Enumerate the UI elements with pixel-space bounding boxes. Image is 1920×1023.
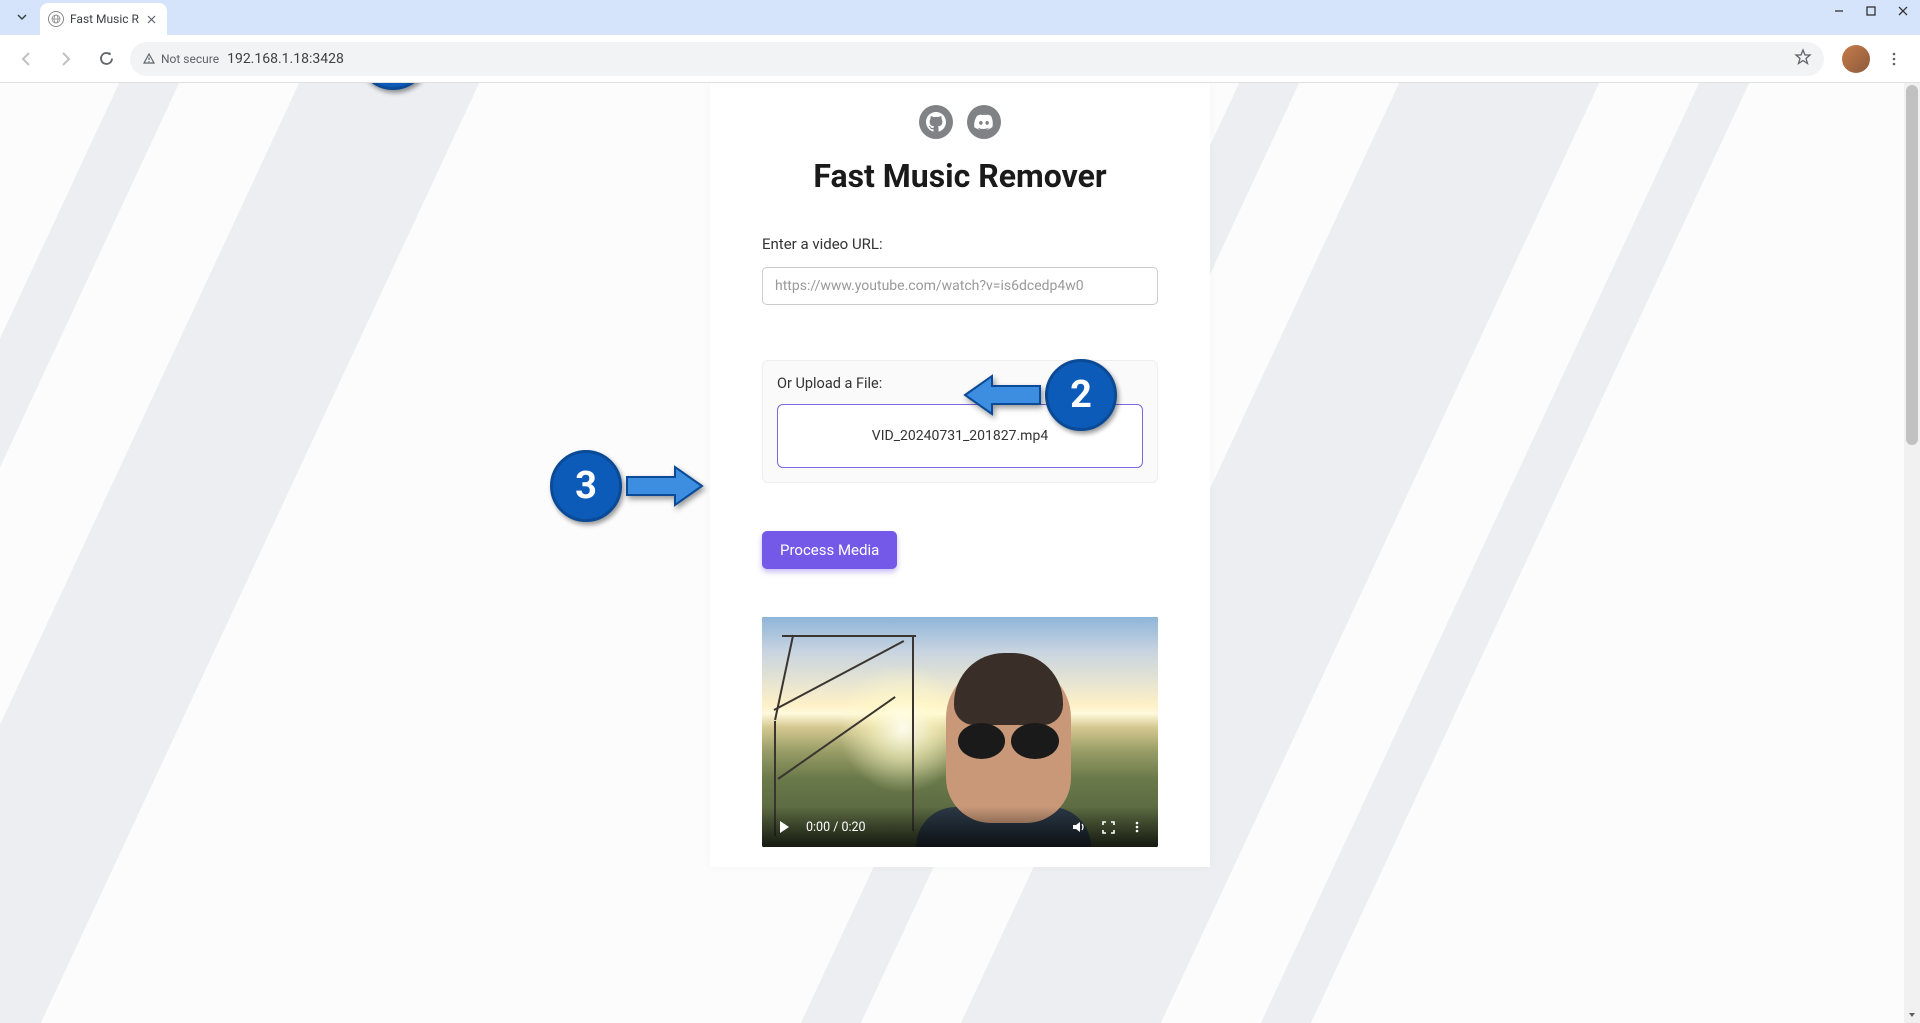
volume-button[interactable] bbox=[1071, 819, 1087, 835]
back-button[interactable] bbox=[10, 43, 42, 75]
browser-menu-button[interactable] bbox=[1878, 43, 1910, 75]
tabs-menu-button[interactable] bbox=[8, 3, 36, 31]
security-indicator[interactable]: Not secure bbox=[142, 52, 219, 66]
play-button[interactable] bbox=[776, 819, 792, 835]
close-window-button[interactable] bbox=[1896, 4, 1910, 18]
bookmark-button[interactable] bbox=[1794, 48, 1812, 70]
video-menu-button[interactable] bbox=[1130, 820, 1144, 834]
discord-icon bbox=[974, 112, 994, 132]
security-label: Not secure bbox=[161, 52, 219, 66]
tab-title: Fast Music R bbox=[70, 12, 139, 26]
scroll-down-button[interactable] bbox=[1904, 1007, 1920, 1023]
github-link[interactable] bbox=[919, 105, 953, 139]
minimize-button[interactable] bbox=[1832, 4, 1846, 18]
process-button[interactable]: Process Media bbox=[762, 531, 897, 569]
github-icon bbox=[926, 112, 946, 132]
profile-button[interactable] bbox=[1842, 45, 1870, 73]
browser-toolbar: Not secure 192.168.1.18:3428 bbox=[0, 35, 1920, 83]
reload-button[interactable] bbox=[90, 43, 122, 75]
url-text: 192.168.1.18:3428 bbox=[227, 51, 1786, 67]
scrollbar-thumb[interactable] bbox=[1906, 85, 1918, 445]
scrollbar[interactable] bbox=[1904, 83, 1920, 1023]
page-viewport: Fast Music Remover Enter a video URL: Or… bbox=[0, 83, 1920, 1023]
browser-tab[interactable]: Fast Music R bbox=[40, 3, 167, 35]
fullscreen-button[interactable] bbox=[1101, 820, 1116, 835]
address-bar[interactable]: Not secure 192.168.1.18:3428 bbox=[130, 42, 1824, 76]
annotation-3: 3 bbox=[550, 450, 707, 522]
page-title: Fast Music Remover bbox=[710, 157, 1210, 195]
url-input[interactable] bbox=[762, 267, 1158, 305]
video-player[interactable]: 0:00 / 0:20 bbox=[762, 617, 1158, 847]
video-controls: 0:00 / 0:20 bbox=[762, 807, 1158, 847]
warning-icon bbox=[142, 52, 156, 66]
forward-button[interactable] bbox=[50, 43, 82, 75]
annotation-2: 2 bbox=[960, 359, 1117, 431]
discord-link[interactable] bbox=[967, 105, 1001, 139]
close-tab-button[interactable] bbox=[145, 12, 159, 26]
url-input-label: Enter a video URL: bbox=[762, 235, 1158, 253]
annotation-1: 1 bbox=[272, 83, 429, 90]
main-card: Fast Music Remover Enter a video URL: Or… bbox=[710, 83, 1210, 867]
tab-strip: Fast Music R bbox=[0, 0, 1920, 35]
video-time: 0:00 / 0:20 bbox=[806, 820, 866, 835]
maximize-button[interactable] bbox=[1864, 4, 1878, 18]
globe-icon bbox=[48, 11, 64, 27]
